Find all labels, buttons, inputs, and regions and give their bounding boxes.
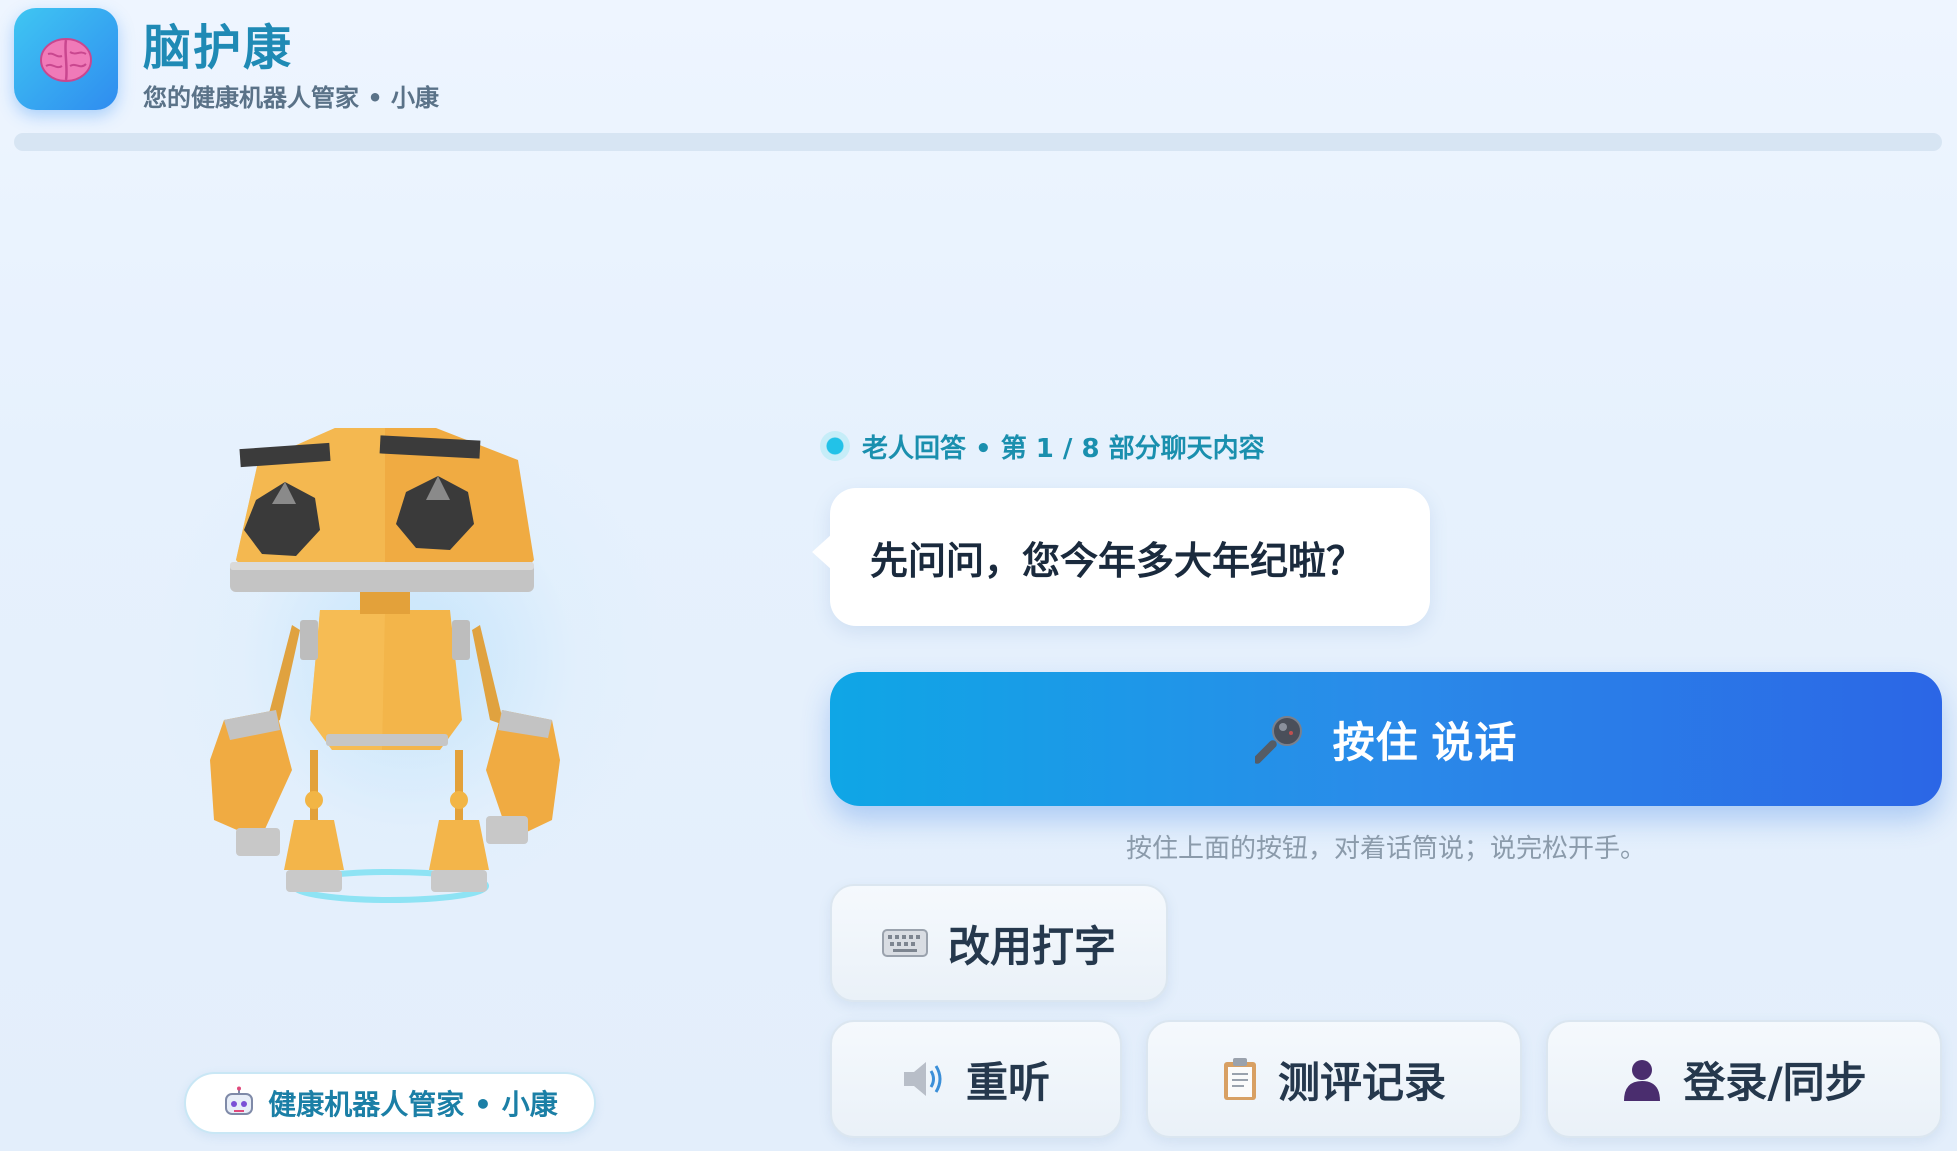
microphone-icon (1254, 716, 1302, 764)
app-logo (14, 8, 118, 110)
robot-caption-label: 健康机器人管家 • 小康 (268, 1088, 558, 1121)
replay-button[interactable]: 重听 (830, 1020, 1122, 1138)
question-text: 先问问，您今年多大年纪啦？ (870, 538, 1365, 583)
robot-icon (225, 1086, 254, 1115)
talk-hint: 按住上面的按钮，对着话筒说；说完松开手。 (1125, 834, 1646, 864)
robot-speech-bubble: 先问问，您今年多大年纪啦？ (812, 488, 1430, 626)
app-title: 脑护康 (143, 20, 294, 76)
status-dot-icon (820, 431, 850, 461)
assessment-records-label: 测评记录 (1277, 1057, 1446, 1107)
login-sync-button[interactable]: 登录/同步 (1546, 1020, 1942, 1138)
user-icon (1624, 1060, 1661, 1101)
brain-icon (40, 38, 92, 82)
login-sync-label: 登录/同步 (1683, 1057, 1867, 1107)
switch-to-typing-label: 改用打字 (947, 921, 1116, 971)
header-divider (14, 133, 1942, 151)
hold-to-talk-label: 按住 说话 (1332, 718, 1518, 766)
assessment-records-button[interactable]: 测评记录 (1146, 1020, 1522, 1138)
status-label: 老人回答 • 第 1 / 8 部分聊天内容 (862, 433, 1265, 464)
keyboard-icon (881, 929, 928, 957)
replay-label: 重听 (965, 1057, 1050, 1107)
switch-to-typing-button[interactable]: 改用打字 (830, 884, 1168, 1002)
conversation-status: 老人回答 • 第 1 / 8 部分聊天内容 (820, 428, 1265, 464)
robot-avatar (210, 428, 560, 903)
clipboard-icon (1223, 1058, 1256, 1100)
speaker-icon (903, 1062, 942, 1096)
hold-to-talk-button[interactable]: 按住 说话 (830, 672, 1942, 806)
app-subtitle: 您的健康机器人管家 • 小康 (143, 84, 440, 112)
robot-caption-badge: 健康机器人管家 • 小康 (184, 1072, 596, 1134)
